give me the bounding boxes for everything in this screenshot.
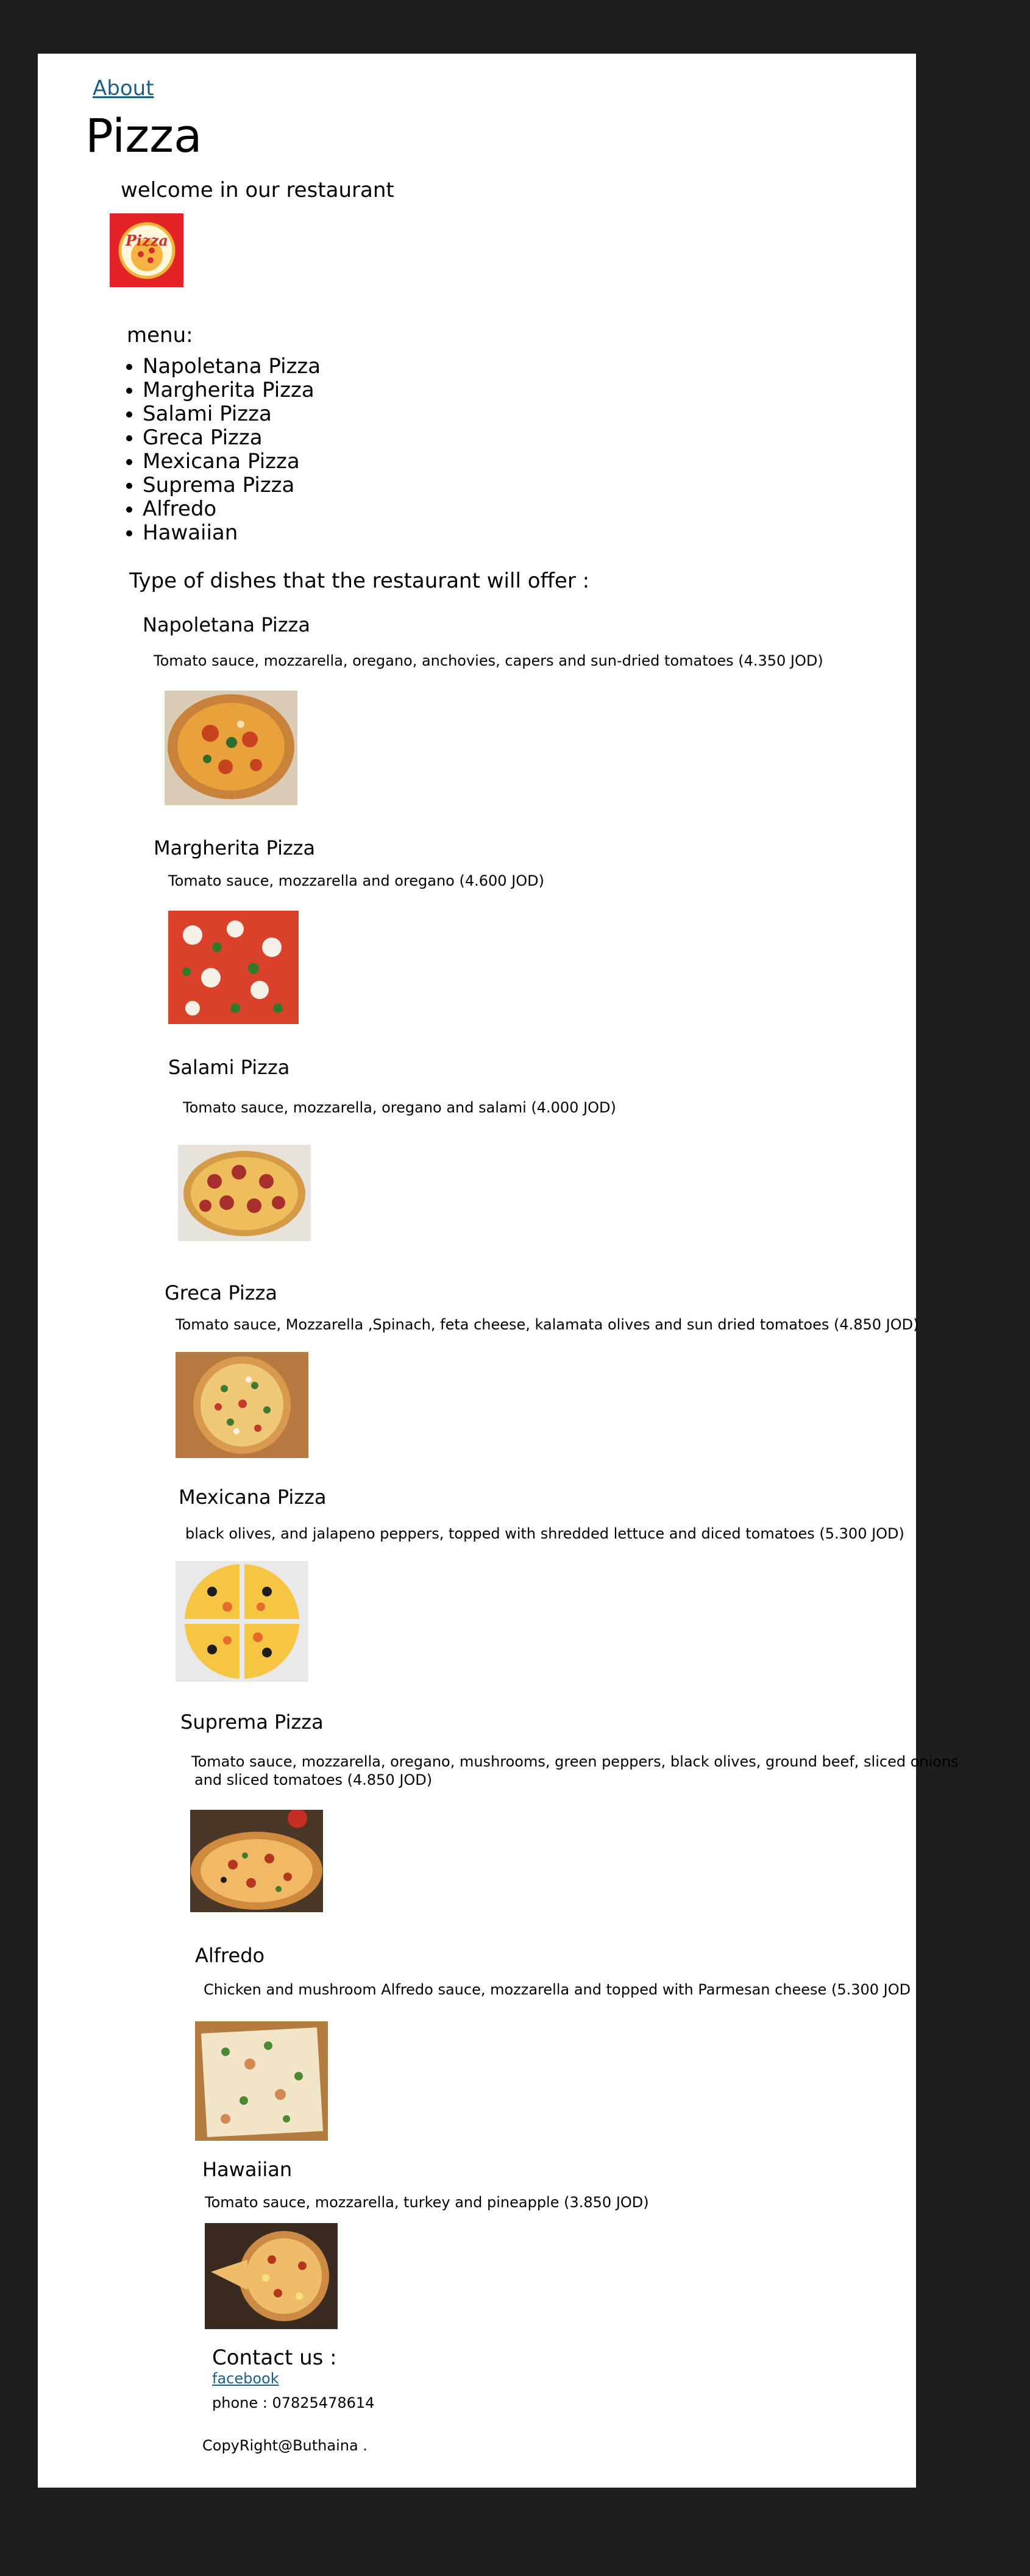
menu-item: Hawaiian xyxy=(143,521,321,545)
menu-item: Napoletana Pizza xyxy=(143,355,321,379)
dish-description: Tomato sauce, mozzarella, turkey and pin… xyxy=(205,2194,649,2211)
menu-item: Margherita Pizza xyxy=(143,379,321,402)
menu-item: Alfredo xyxy=(143,497,321,521)
dish-description: Tomato sauce, mozzarella, oregano and sa… xyxy=(183,1099,616,1116)
hawaiian-pizza-image xyxy=(205,2223,338,2329)
page-content: About Pizza welcome in our restaurant Pi… xyxy=(38,54,959,2488)
page-title: Pizza xyxy=(85,109,202,163)
mexicana-pizza-image xyxy=(176,1561,308,1682)
contact-title: Contact us : xyxy=(212,2346,337,2370)
dish-description: Tomato sauce, Mozzarella ,Spinach, feta … xyxy=(176,1316,919,1333)
welcome-text: welcome in our restaurant xyxy=(121,178,394,202)
menu-list: Napoletana Pizza Margherita Pizza Salami… xyxy=(104,355,321,545)
facebook-link[interactable]: facebook xyxy=(212,2370,279,2387)
menu-item: Suprema Pizza xyxy=(143,474,321,497)
menu-item: Greca Pizza xyxy=(143,426,321,450)
alfredo-pizza-image xyxy=(195,2021,328,2141)
dish-description: Tomato sauce, mozzarella and oregano (4.… xyxy=(168,872,545,889)
dishes-section-title: Type of dishes that the restaurant will … xyxy=(129,569,590,593)
phone-text: phone : 07825478614 xyxy=(212,2394,375,2411)
dish-name: Suprema Pizza xyxy=(180,1710,324,1734)
menu-item: Mexicana Pizza xyxy=(143,450,321,474)
restaurant-logo: Pizza xyxy=(110,213,183,287)
copyright-footer: CopyRight@Buthaina . xyxy=(202,2437,368,2454)
dish-description: and sliced tomatoes (4.850 JOD) xyxy=(194,1771,433,1788)
dish-name: Hawaiian xyxy=(202,2158,293,2181)
menu-item: Salami Pizza xyxy=(143,402,321,426)
suprema-pizza-image xyxy=(190,1810,323,1912)
greca-pizza-image xyxy=(176,1352,308,1458)
dish-name: Greca Pizza xyxy=(165,1281,277,1304)
about-link[interactable]: About xyxy=(93,76,154,101)
dish-name: Salami Pizza xyxy=(168,1056,290,1079)
dish-name: Margherita Pizza xyxy=(154,836,316,859)
dish-name: Mexicana Pizza xyxy=(179,1485,327,1509)
napoletana-pizza-image xyxy=(165,691,297,805)
dish-description: black olives, and jalapeno peppers, topp… xyxy=(185,1525,904,1542)
dish-name: Alfredo xyxy=(195,1944,265,1967)
dish-name: Napoletana Pizza xyxy=(143,613,310,636)
dish-description: Tomato sauce, mozzarella, oregano, ancho… xyxy=(154,652,823,669)
dish-description: Tomato sauce, mozzarella, oregano, mushr… xyxy=(191,1753,959,1770)
menu-title: menu: xyxy=(127,323,193,347)
margherita-pizza-image xyxy=(168,911,299,1024)
dish-description: Chicken and mushroom Alfredo sauce, mozz… xyxy=(204,1981,911,1998)
salami-pizza-image xyxy=(178,1145,311,1241)
logo-text: Pizza xyxy=(125,232,168,249)
